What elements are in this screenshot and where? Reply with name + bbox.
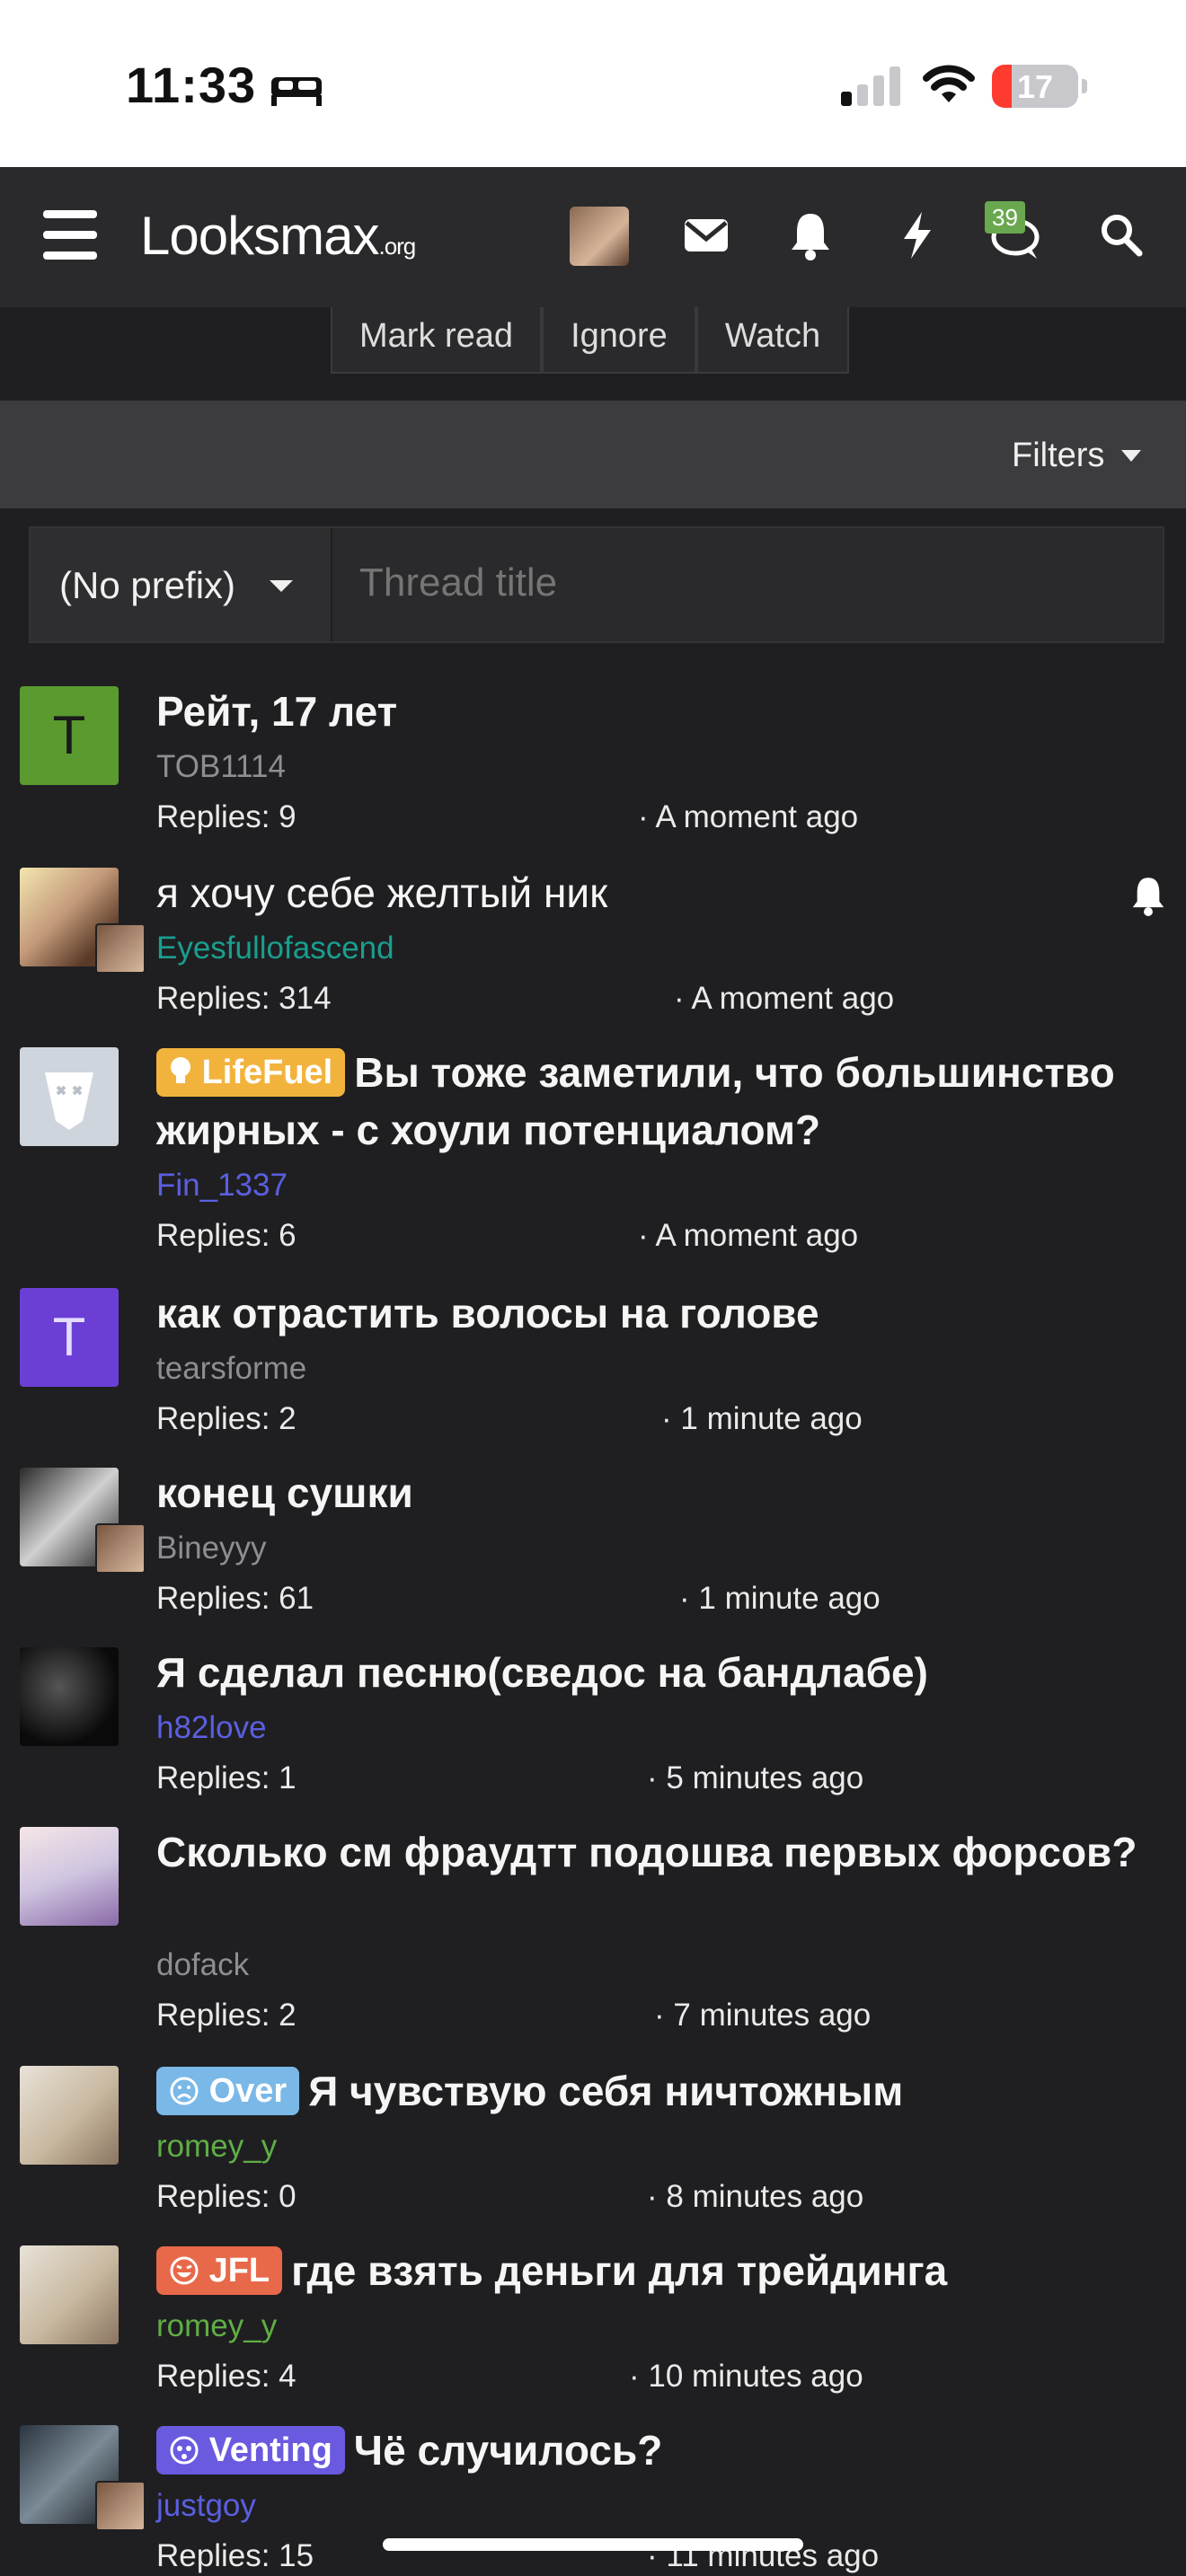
chat-count-badge: 39 [985, 201, 1025, 234]
sleep-focus-icon [271, 77, 322, 106]
inbox-icon[interactable] [683, 210, 730, 260]
thread-author[interactable]: Bineyyy [156, 1531, 267, 1566]
thread-author[interactable]: dofack [156, 1947, 249, 1983]
angry-face-icon [170, 2436, 199, 2465]
thread-replies: Replies: 4 [156, 2359, 296, 2394]
thread-replies: Replies: 2 [156, 1401, 296, 1436]
laughing-face-icon [170, 2256, 199, 2285]
thread-title[interactable]: Over Я чувствую себя ничтожным [156, 2062, 1145, 2120]
prefix-select[interactable]: (No prefix) [31, 528, 332, 641]
mark-read-button[interactable]: Mark read [331, 307, 543, 374]
thread-title[interactable]: Venting Чё случилось? [156, 2422, 1145, 2479]
prefix-badge[interactable]: LifeFuel [156, 1048, 346, 1097]
avatar[interactable] [20, 2245, 119, 2344]
thread-time[interactable]: · 5 minutes ago [647, 1760, 863, 1796]
avatar[interactable] [20, 1047, 119, 1146]
avatar[interactable] [20, 1827, 119, 1926]
thread-title[interactable]: Рейт, 17 лет [156, 683, 1145, 740]
thread-title[interactable]: конец сушки [156, 1464, 1145, 1522]
thread-time[interactable]: · A moment ago [638, 1218, 858, 1254]
thread-title[interactable]: JFL где взять деньги для трейдинга [156, 2242, 1145, 2299]
watched-bell-icon [1132, 878, 1164, 916]
thread-time[interactable]: · A moment ago [674, 981, 894, 1017]
thread-time[interactable]: · 1 minute ago [679, 1581, 881, 1617]
ignore-button[interactable]: Ignore [542, 307, 696, 374]
prefix-badge[interactable]: JFL [156, 2246, 283, 2295]
thread-author[interactable]: h82love [156, 1710, 267, 1746]
prefix-badge[interactable]: Venting [156, 2426, 345, 2475]
thread-author[interactable]: tearsforme [156, 1351, 306, 1387]
avatar-small[interactable] [95, 2481, 146, 2531]
thread-replies: Replies: 314 [156, 981, 332, 1016]
thread-author[interactable]: TOB1114 [156, 749, 286, 785]
battery-icon: 17 [992, 65, 1087, 108]
site-logo[interactable]: Looksmax.org [140, 205, 416, 267]
thread-title[interactable]: Сколько см фраудтт подошва первых форсов… [156, 1823, 1145, 1881]
caret-down-icon [270, 580, 293, 592]
thread-author[interactable]: romey_y [156, 2308, 277, 2344]
bell-icon[interactable] [789, 210, 832, 260]
cell-signal-icon [841, 66, 900, 106]
thread-author[interactable]: justgoy [156, 2488, 256, 2524]
caret-down-icon [1121, 450, 1141, 462]
thread-title[interactable]: как отрастить волосы на голове [156, 1284, 1145, 1342]
wifi-icon [923, 65, 975, 102]
battery-level: 17 [1016, 68, 1054, 105]
thread-replies: Replies: 61 [156, 1581, 314, 1616]
avatar-small[interactable] [95, 923, 146, 974]
thread-time[interactable]: · A moment ago [638, 799, 858, 835]
thread-title[interactable]: я хочу себе желтый ник [156, 864, 1145, 922]
home-indicator[interactable] [383, 2538, 803, 2551]
avatar[interactable] [20, 2066, 119, 2165]
status-time: 11:33 [126, 57, 257, 113]
thread-replies: Replies: 6 [156, 1218, 296, 1253]
thread-time[interactable]: · 8 minutes ago [647, 2179, 863, 2215]
avatar[interactable] [20, 1647, 119, 1746]
whats-new-icon[interactable] [898, 210, 934, 260]
thread-time[interactable]: · 1 minute ago [661, 1401, 863, 1437]
thread-author[interactable]: Fin_1337 [156, 1168, 288, 1204]
prefix-badge[interactable]: Over [156, 2067, 300, 2115]
new-thread-form: (No prefix) [29, 526, 1164, 643]
status-bar: 11:33 17 [0, 0, 1186, 167]
user-avatar[interactable] [570, 207, 629, 266]
thread-author[interactable]: romey_y [156, 2129, 277, 2165]
sad-face-icon [170, 2077, 199, 2105]
thread-author[interactable]: Eyesfullofascend [156, 931, 394, 966]
lightbulb-icon [171, 1057, 190, 1083]
menu-icon[interactable] [43, 210, 97, 260]
thread-replies: Replies: 0 [156, 2179, 296, 2214]
thread-replies: Replies: 2 [156, 1998, 296, 2033]
thread-title[interactable]: Я сделал песню(сведос на бандлабе) [156, 1644, 1145, 1701]
search-icon[interactable] [1098, 210, 1145, 260]
watch-button[interactable]: Watch [695, 307, 850, 374]
thread-title-input[interactable] [359, 560, 1132, 605]
thread-actions: Mark read Ignore Watch [331, 307, 850, 374]
thread-title[interactable]: LifeFuel Вы тоже заметили, что большинст… [156, 1044, 1145, 1159]
thread-time[interactable]: · 7 minutes ago [654, 1998, 871, 2033]
avatar[interactable]: T [20, 1288, 119, 1387]
default-avatar-icon [45, 1072, 93, 1130]
thread-replies: Replies: 9 [156, 799, 296, 834]
thread-replies: Replies: 15 [156, 2538, 314, 2573]
avatar-small[interactable] [95, 1523, 146, 1574]
thread-replies: Replies: 1 [156, 1760, 296, 1795]
thread-time[interactable]: · 10 minutes ago [629, 2359, 863, 2395]
site-header: Looksmax.org 39 [0, 167, 1186, 307]
filters-bar: Filters [0, 401, 1186, 508]
filters-button[interactable]: Filters [1012, 437, 1141, 475]
avatar[interactable]: T [20, 686, 119, 785]
